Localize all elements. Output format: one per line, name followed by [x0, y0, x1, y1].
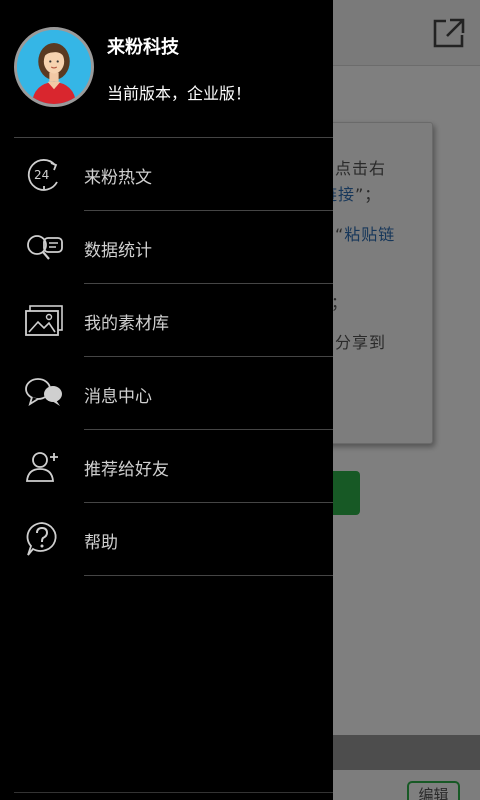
- version-label: 当前版本，企业版！: [107, 84, 252, 103]
- menu-item-label: 数据统计: [84, 241, 152, 261]
- drawer-bottom-divider: [14, 792, 333, 793]
- user-name: 来粉科技: [107, 37, 179, 58]
- clock-24-icon: 24: [27, 159, 58, 191]
- menu-item-label: 消息中心: [84, 387, 152, 407]
- menu-item-label: 推荐给好友: [84, 460, 169, 480]
- menu-item-hot-articles[interactable]: 24 来粉热文: [0, 138, 333, 211]
- menu-item-label: 帮助: [84, 533, 118, 553]
- search-chart-icon: [27, 235, 63, 260]
- menu-item-my-materials[interactable]: 我的素材库: [0, 284, 333, 357]
- svg-text:24: 24: [34, 168, 49, 182]
- avatar-woman-icon: [17, 30, 91, 104]
- navigation-drawer: 来粉科技 当前版本，企业版！ 24 来粉热文 数据统计 我的素材库 消息中心 推…: [0, 0, 333, 800]
- menu-divider: [84, 575, 333, 576]
- avatar[interactable]: [14, 27, 94, 107]
- add-friend-icon: [26, 452, 58, 482]
- menu-item-message-center[interactable]: 消息中心: [0, 357, 333, 430]
- drawer-menu: 24 来粉热文 数据统计 我的素材库 消息中心 推荐给好友 帮助: [0, 138, 333, 576]
- menu-item-recommend-friends[interactable]: 推荐给好友: [0, 430, 333, 503]
- image-gallery-icon: [25, 305, 63, 336]
- help-icon: [26, 522, 57, 556]
- menu-item-help[interactable]: 帮助: [0, 503, 333, 576]
- menu-item-label: 来粉热文: [84, 168, 152, 188]
- menu-item-statistics[interactable]: 数据统计: [0, 211, 333, 284]
- menu-item-label: 我的素材库: [84, 314, 169, 334]
- chat-bubbles-icon: [25, 378, 62, 407]
